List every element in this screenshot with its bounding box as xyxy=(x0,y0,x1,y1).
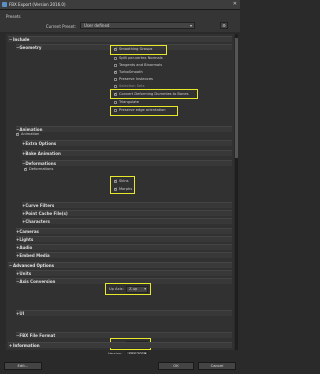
check-icon xyxy=(114,46,117,51)
ok-button[interactable]: OK xyxy=(158,362,194,370)
section-advanced-options-label: Advanced Options xyxy=(13,263,54,268)
preserve-instances-label: Preserve Instances xyxy=(119,77,153,81)
section-cameras[interactable]: +Cameras xyxy=(16,228,232,234)
section-embed-media-label: Embed Media xyxy=(19,253,50,258)
section-point-cache[interactable]: +Point Cache File(s) xyxy=(22,210,232,216)
section-audio-label: Audio xyxy=(19,245,33,250)
deformations-checkbox[interactable]: Deformations xyxy=(24,166,54,172)
up-axis-label: Up Axis: xyxy=(109,287,124,291)
morphs-label: Morphs xyxy=(119,187,133,191)
section-bake-animation-label: Bake Animation xyxy=(25,151,61,156)
animation-checkbox-label: Animation xyxy=(21,132,40,136)
section-animation[interactable]: −Animation xyxy=(16,126,232,132)
convert-deforming-checkbox[interactable]: Convert Deforming Dummies to Bones xyxy=(114,91,189,97)
section-advanced-options[interactable]: −Advanced Options xyxy=(8,262,232,268)
section-include-label: Include xyxy=(13,37,30,42)
current-preset-label: Current Preset: xyxy=(45,24,76,29)
section-include[interactable]: −Include xyxy=(8,36,232,42)
section-units-label: Units xyxy=(19,271,32,276)
window-title: FBX Export (Version 2016.0) xyxy=(9,2,66,7)
smoothing-groups-checkbox[interactable]: Smoothing Groups xyxy=(114,46,153,52)
section-fbx-file-format-label: FBX File Format xyxy=(19,333,56,338)
app-icon xyxy=(2,2,7,7)
triangulate-checkbox[interactable]: Triangulate xyxy=(114,100,139,105)
section-units[interactable]: +Units xyxy=(16,270,232,276)
section-deformations-label: Deformations xyxy=(25,161,56,166)
edit-button[interactable]: Edit... xyxy=(4,362,42,370)
current-preset-value: User defined xyxy=(84,23,110,28)
section-lights[interactable]: +Lights xyxy=(16,236,232,242)
section-extra-options[interactable]: +Extra Options xyxy=(22,140,232,146)
split-per-vertex-checkbox[interactable]: Split per-vertex Normals xyxy=(114,56,163,61)
preserve-edge-checkbox[interactable]: Preserve edge orientation xyxy=(114,108,166,113)
section-information[interactable]: +Information xyxy=(8,342,232,348)
turbosmooth-checkbox[interactable]: TurboSmooth xyxy=(114,69,143,75)
split-per-vertex-label: Split per-vertex Normals xyxy=(119,56,163,60)
smoothing-groups-label: Smoothing Groups xyxy=(119,47,153,51)
section-embed-media[interactable]: +Embed Media xyxy=(16,252,232,258)
gear-icon[interactable]: ⚙ xyxy=(220,22,228,29)
close-icon[interactable]: ✕ xyxy=(233,1,237,7)
preserve-instances-checkbox[interactable]: Preserve Instances xyxy=(114,77,153,82)
tangents-binormals-label: Tangents and Binormals xyxy=(119,63,163,67)
section-deformations[interactable]: −Deformations xyxy=(22,160,232,166)
section-audio[interactable]: +Audio xyxy=(16,244,232,250)
section-lights-label: Lights xyxy=(19,237,34,242)
up-axis-select[interactable]: Z-up ▾ xyxy=(126,286,148,293)
section-bake-animation[interactable]: +Bake Animation xyxy=(22,150,232,156)
title-bar: FBX Export (Version 2016.0) ✕ xyxy=(0,0,240,10)
animation-checkbox[interactable]: Animation xyxy=(16,131,40,137)
section-characters[interactable]: +Characters xyxy=(22,218,232,224)
convert-deforming-label: Convert Deforming Dummies to Bones xyxy=(119,92,189,96)
deformations-checkbox-label: Deformations xyxy=(29,167,54,171)
scrollbar[interactable] xyxy=(235,34,238,350)
turbosmooth-label: TurboSmooth xyxy=(119,70,143,74)
scrollbar-thumb[interactable] xyxy=(235,38,238,158)
section-point-cache-label: Point Cache File(s) xyxy=(25,211,68,216)
section-extra-options-label: Extra Options xyxy=(25,141,57,146)
tangents-binormals-checkbox[interactable]: Tangents and Binormals xyxy=(114,63,162,68)
chevron-down-icon: ▾ xyxy=(189,23,192,28)
section-characters-label: Characters xyxy=(25,219,50,224)
skins-label: Skins xyxy=(119,179,129,183)
section-curve-filters-label: Curve Filters xyxy=(25,203,55,208)
cancel-button[interactable]: Cancel xyxy=(198,362,236,370)
section-axis-conversion-label: Axis Conversion xyxy=(19,279,56,284)
footer: Edit... OK Cancel xyxy=(0,354,240,374)
morphs-checkbox[interactable]: Morphs xyxy=(114,186,133,192)
section-ui[interactable]: +UI xyxy=(16,310,232,316)
skins-checkbox[interactable]: Skins xyxy=(114,178,129,184)
presets-label: Presets xyxy=(6,14,21,19)
section-information-label: Information xyxy=(13,343,40,348)
section-geometry-label: Geometry xyxy=(19,45,42,50)
presets-panel: Presets Current Preset: User defined ▾ ⚙ xyxy=(0,10,240,32)
section-axis-conversion[interactable]: −Axis Conversion xyxy=(16,278,232,284)
preserve-edge-label: Preserve edge orientation xyxy=(119,108,166,112)
section-curve-filters[interactable]: +Curve Filters xyxy=(22,202,232,208)
up-axis-value: Z-up xyxy=(129,287,138,291)
options-panel: −Include −Geometry Smoothing Groups Spli… xyxy=(6,34,234,368)
section-ui-label: UI xyxy=(19,311,25,316)
chevron-down-icon: ▾ xyxy=(144,287,146,291)
section-cameras-label: Cameras xyxy=(19,229,39,234)
triangulate-label: Triangulate xyxy=(119,100,140,104)
current-preset-select[interactable]: User defined ▾ xyxy=(80,22,195,29)
selection-sets-label: Selection Sets xyxy=(119,84,145,88)
selection-sets-checkbox[interactable]: Selection Sets xyxy=(114,84,144,89)
section-fbx-file-format[interactable]: −FBX File Format xyxy=(16,332,232,338)
